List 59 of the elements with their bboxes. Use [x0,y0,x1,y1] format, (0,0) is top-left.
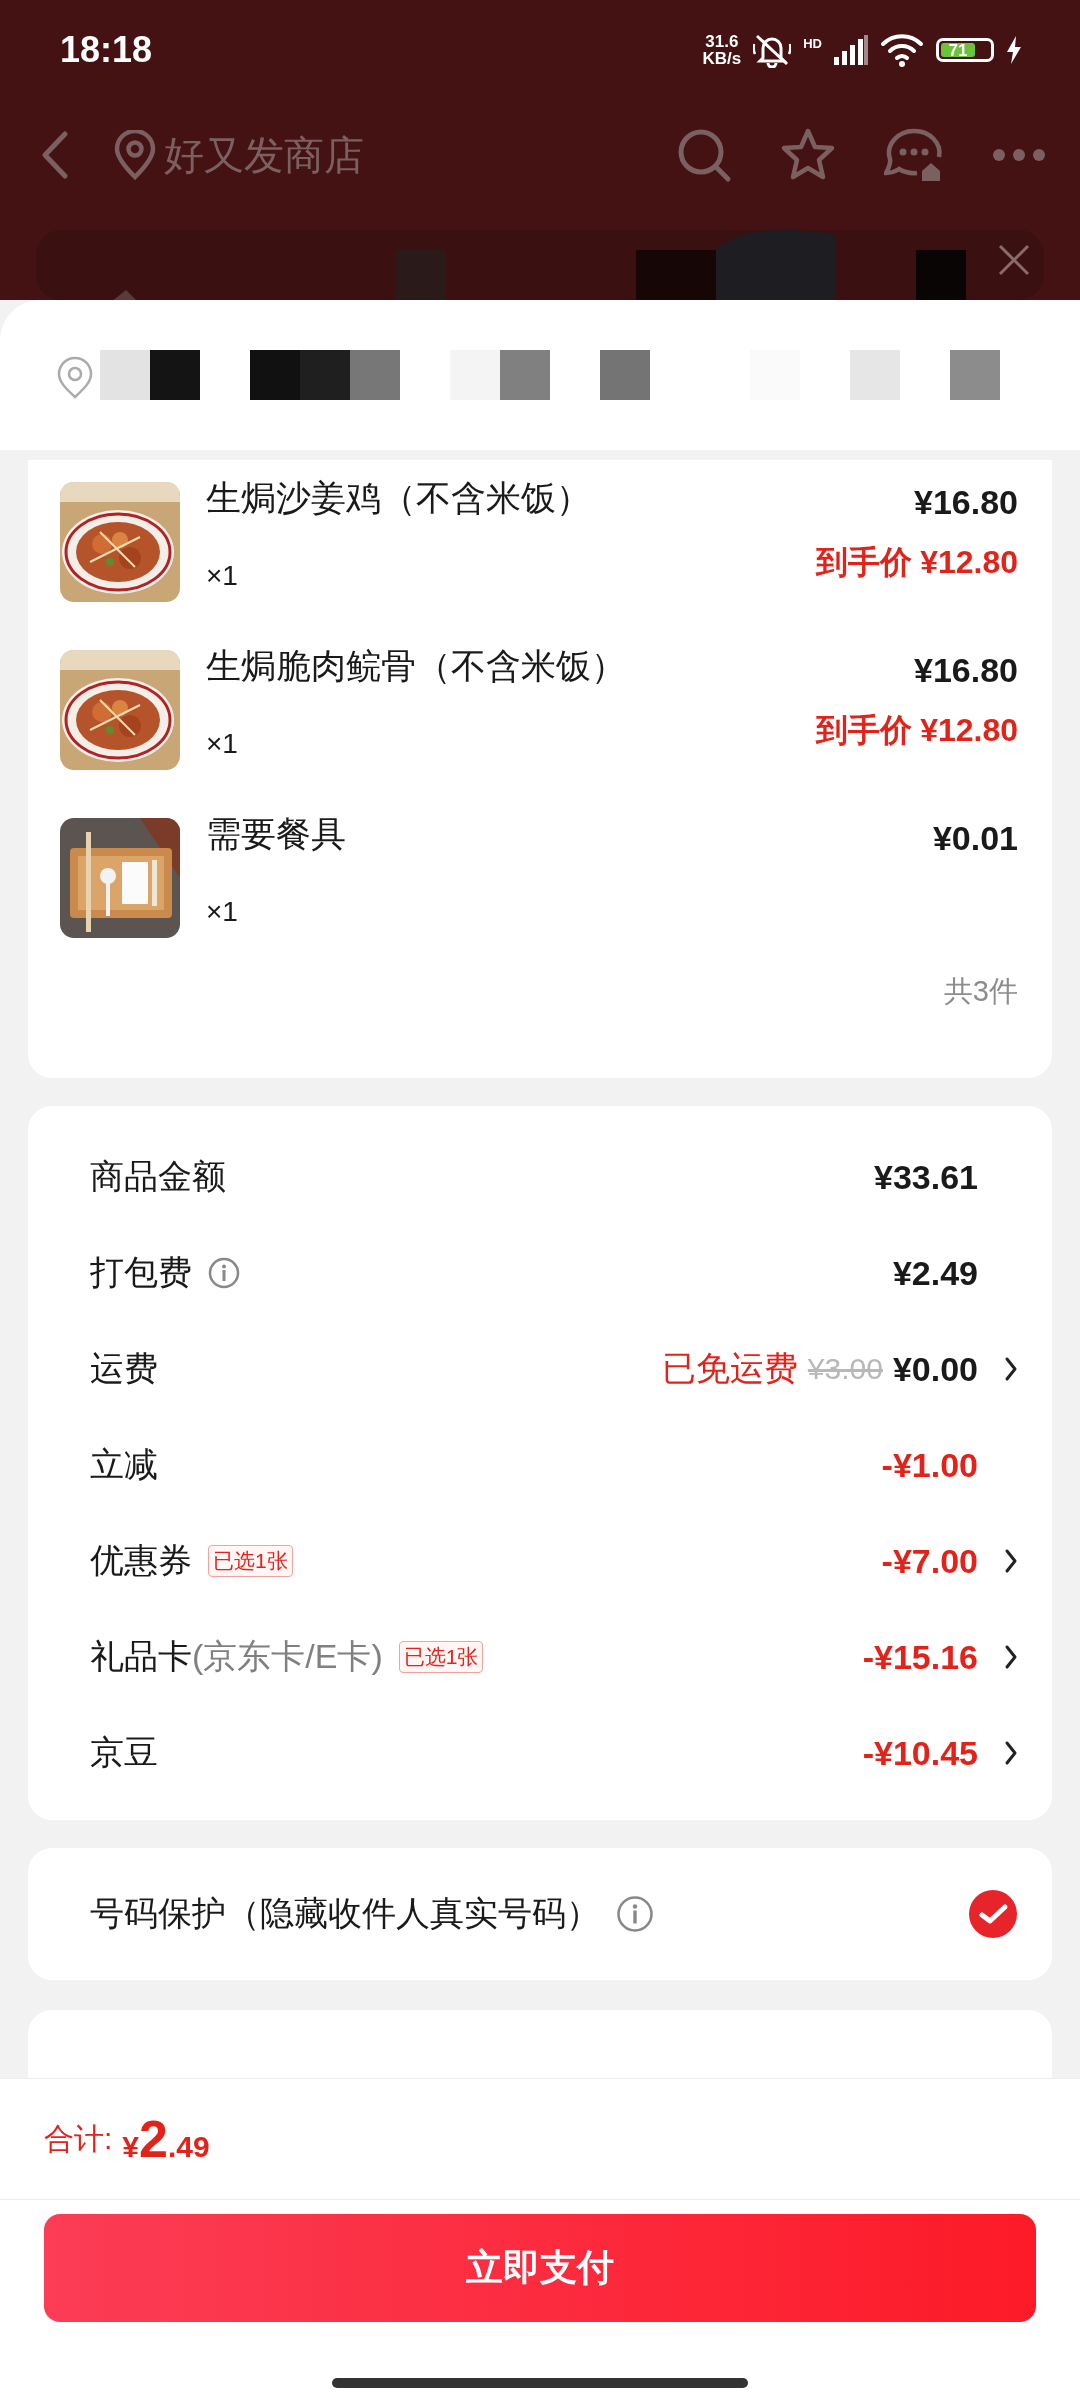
fee-label: 优惠券 [90,1540,192,1581]
item-quantity: ×1 [206,560,239,592]
item-count: 共3件 [943,975,1018,1007]
item-name: 生焗脆肉鲩骨（不含米饭） [206,646,627,686]
fee-label: 商品金额 [90,1156,226,1197]
fee-amount: -¥7.00 [881,1541,978,1581]
item-price: ¥16.80 [914,650,1018,690]
back-icon[interactable] [40,130,70,180]
pay-now-button[interactable]: 立即支付 [44,2214,1036,2322]
muted-bell-icon [753,32,792,68]
selected-tag: 已选1张 [398,1641,484,1673]
store-name[interactable]: 好又发商店 [164,127,676,183]
original-price: ¥3.00 [807,1352,883,1386]
fee-label: 礼品卡 [90,1636,192,1677]
fee-sublabel: (京东卡/E卡) [192,1636,383,1677]
selected-tag: 已选1张 [208,1545,293,1577]
final-price: ¥12.80 [920,711,1018,750]
network-speed: 31.6 KB/s [702,33,742,67]
close-icon[interactable] [996,242,1032,278]
total-label: 合计: [44,2120,113,2157]
charging-icon [1006,36,1022,64]
info-icon[interactable] [616,1895,654,1933]
fee-amount: -¥10.45 [862,1733,978,1773]
final-price-label: 到手价 [816,711,913,750]
fee-label: 京豆 [90,1732,158,1773]
item-quantity: ×1 [206,896,239,928]
battery-icon: 71 [936,38,994,62]
chevron-right-icon[interactable] [1004,1740,1018,1766]
fee-amount: -¥15.16 [862,1637,978,1677]
location-pin-icon [114,130,156,180]
wifi-icon [880,33,924,67]
fee-label: 运费 [90,1348,158,1389]
fee-amount: ¥33.61 [874,1157,978,1197]
item-name: 生焗沙姜鸡（不含米饭） [206,478,592,518]
item-price: ¥0.01 [932,818,1018,858]
final-price-label: 到手价 [816,543,913,582]
info-icon[interactable] [208,1257,240,1289]
fee-label: 打包费 [90,1252,192,1293]
chevron-right-icon[interactable] [1004,1548,1018,1574]
fee-amount: -¥1.00 [881,1445,978,1485]
fee-amount: ¥2.49 [892,1253,978,1293]
chat-bubble-icon[interactable] [884,127,944,183]
final-price: ¥12.80 [920,543,1018,582]
clock-time: 18:18 [60,29,154,71]
signal-icon [834,35,868,65]
item-price: ¥16.80 [914,482,1018,522]
checkbox[interactable] [968,1889,1018,1939]
more-icon[interactable] [992,148,1046,162]
fee-note: 已免运费 [661,1348,798,1389]
fee-label: 立减 [90,1444,158,1485]
chevron-right-icon[interactable] [1004,1644,1018,1670]
item-quantity: ×1 [206,728,239,760]
network-type: HD [803,36,822,51]
phone-protection-label: 号码保护（隐藏收件人真实号码） [90,1893,600,1934]
chevron-right-icon[interactable] [1004,1356,1018,1382]
fee-amount: ¥0.00 [892,1349,978,1389]
item-name: 需要餐具 [206,814,347,854]
search-icon[interactable] [676,127,732,183]
total-amount: ¥2.49 [122,2109,210,2169]
